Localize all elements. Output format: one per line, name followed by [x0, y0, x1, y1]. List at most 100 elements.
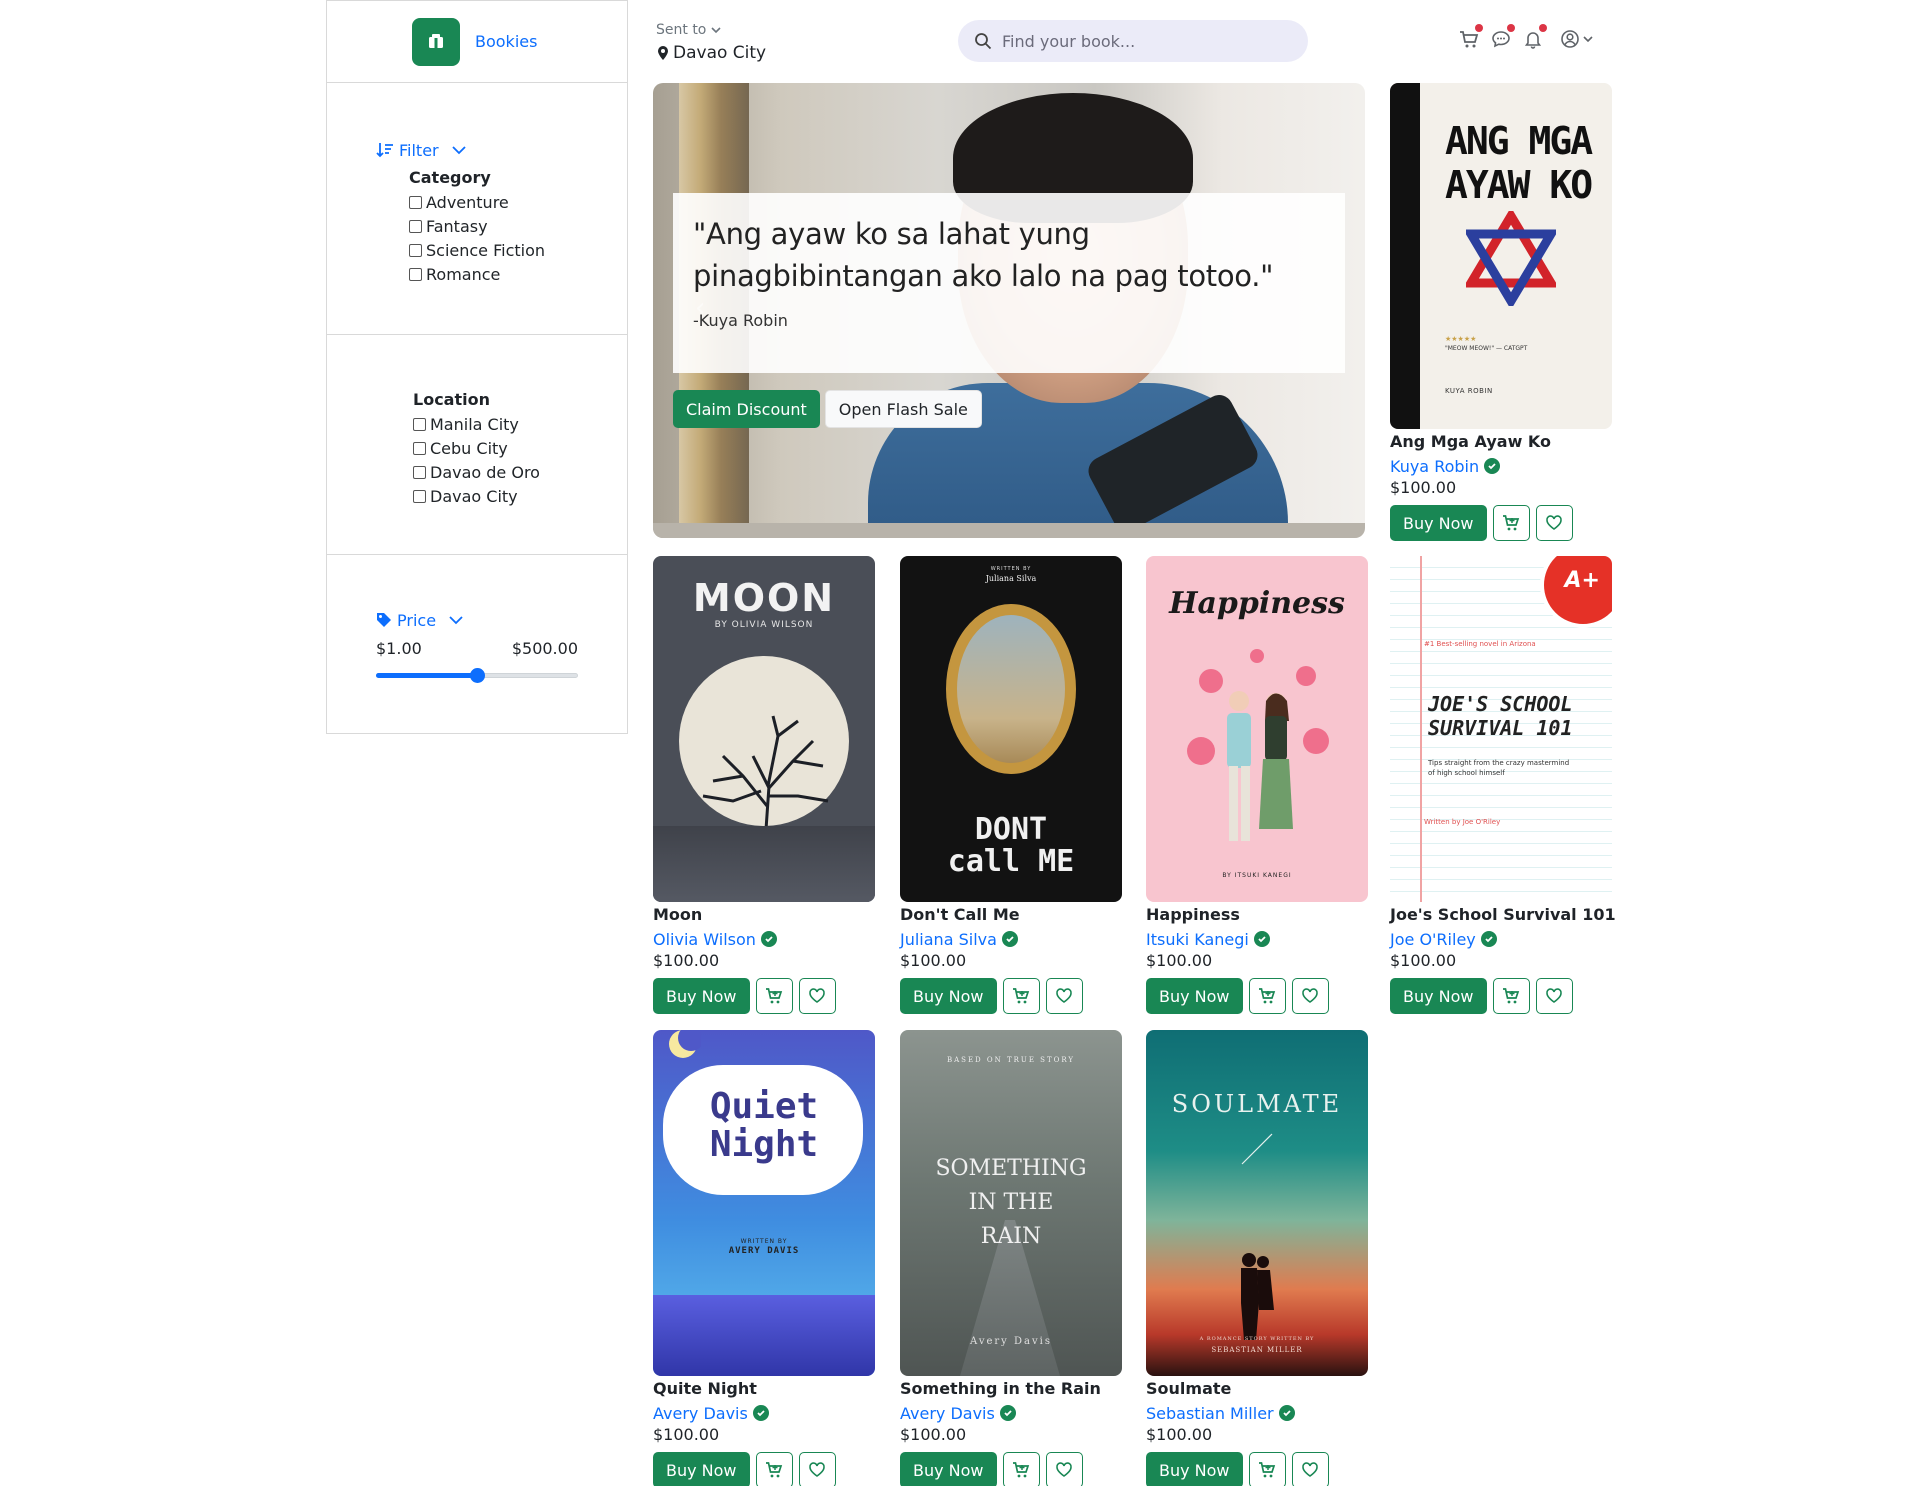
wishlist-button[interactable] — [798, 1452, 836, 1486]
book-author[interactable]: Avery Davis — [653, 1401, 875, 1425]
wishlist-button[interactable] — [798, 978, 836, 1014]
carousel-prev-icon[interactable]: ‹ — [695, 293, 705, 323]
book-author[interactable]: Avery Davis — [900, 1401, 1122, 1425]
chevron-down-icon — [449, 616, 463, 625]
buy-now-button[interactable]: Buy Now — [1390, 505, 1487, 541]
verified-check-icon — [1001, 931, 1018, 947]
category-filter-panel: Filter Category Adventure Fantasy Scienc… — [326, 83, 628, 335]
checkbox[interactable] — [409, 195, 422, 209]
heart-icon — [809, 1462, 825, 1477]
book-author[interactable]: Joe O'Riley — [1390, 927, 1612, 951]
book-author[interactable]: Olivia Wilson — [653, 927, 875, 951]
checkbox[interactable] — [413, 417, 426, 431]
cover-byline: BY OLIVIA WILSON — [714, 620, 814, 630]
wishlist-button[interactable] — [1291, 1452, 1329, 1486]
book-author[interactable]: Itsuki Kanegi — [1146, 927, 1368, 951]
add-to-cart-button[interactable] — [1248, 978, 1286, 1014]
wishlist-button[interactable] — [1045, 1452, 1083, 1486]
checkbox[interactable] — [413, 489, 426, 503]
brand-logo[interactable] — [412, 17, 460, 66]
book-title[interactable]: Soulmate — [1146, 1379, 1368, 1401]
book-title[interactable]: Something in the Rain — [900, 1379, 1122, 1401]
user-menu[interactable] — [1560, 29, 1594, 49]
book-title[interactable]: Ang Mga Ayaw Ko — [1390, 432, 1612, 454]
category-option-science-fiction[interactable]: Science Fiction — [409, 238, 627, 262]
chevron-down-icon — [1583, 36, 1593, 43]
heart-icon — [1302, 1462, 1318, 1477]
location-option-davao-city[interactable]: Davao City — [413, 484, 627, 508]
buy-now-button[interactable]: Buy Now — [1146, 1452, 1243, 1486]
messages-button[interactable] — [1490, 24, 1515, 50]
wishlist-button[interactable] — [1535, 505, 1573, 541]
buy-now-button[interactable]: Buy Now — [900, 978, 997, 1014]
buy-now-button[interactable]: Buy Now — [1390, 978, 1487, 1014]
book-cover[interactable]: ANG MGA AYAW KO ★★★★★ "MEOW MEOW!" — CAT… — [1390, 83, 1612, 429]
book-cover[interactable]: BASED ON TRUE STORY SOMETHING IN THE RAI… — [900, 1030, 1122, 1376]
add-to-cart-button[interactable] — [1248, 1452, 1286, 1486]
location-option-manila[interactable]: Manila City — [413, 412, 627, 436]
add-to-cart-button[interactable] — [755, 1452, 793, 1486]
brand-name[interactable]: Bookies — [475, 32, 537, 51]
price-toggle[interactable]: Price — [376, 609, 627, 631]
book-author[interactable]: Kuya Robin — [1390, 454, 1612, 478]
cover-mirror-frame — [946, 604, 1076, 774]
book-cover[interactable]: Happiness BY ITSUKI KANEGI — [1146, 556, 1368, 902]
book-title[interactable]: Quite Night — [653, 1379, 875, 1401]
book-price: $100.00 — [900, 951, 967, 970]
category-option-romance[interactable]: Romance — [409, 262, 627, 286]
book-cover[interactable]: A+ #1 Best-selling novel in Arizona JOE'… — [1390, 556, 1612, 902]
book-title[interactable]: Happiness — [1146, 905, 1368, 927]
wishlist-button[interactable] — [1535, 978, 1573, 1014]
category-list: Adventure Fantasy Science Fiction Romanc… — [409, 190, 627, 286]
sent-to-label: Sent to — [656, 22, 707, 38]
book-cover[interactable]: WRITTEN BY Juliana Silva DONT call ME — [900, 556, 1122, 902]
book-author[interactable]: Juliana Silva — [900, 927, 1122, 951]
checkbox[interactable] — [409, 243, 422, 257]
claim-discount-button[interactable]: Claim Discount — [673, 390, 820, 428]
add-to-cart-button[interactable] — [1492, 978, 1530, 1014]
cart-button[interactable] — [1458, 24, 1483, 50]
buy-now-button[interactable]: Buy Now — [900, 1452, 997, 1486]
book-cover[interactable]: SOULMATE A ROMANCE STORY WRITTEN BY SEBA… — [1146, 1030, 1368, 1376]
checkbox[interactable] — [413, 465, 426, 479]
book-title[interactable]: Moon — [653, 905, 875, 927]
cover-quote: "MEOW MEOW!" — CATGPT — [1445, 345, 1528, 352]
buy-now-button[interactable]: Buy Now — [1146, 978, 1243, 1014]
slider-thumb[interactable] — [470, 668, 485, 683]
search-input[interactable] — [1002, 31, 1282, 51]
add-to-cart-button[interactable] — [1002, 978, 1040, 1014]
shooting-star-icon — [1241, 1133, 1273, 1165]
map-pin-icon — [658, 46, 668, 60]
price-slider[interactable] — [376, 667, 578, 683]
open-flash-sale-button[interactable]: Open Flash Sale — [824, 390, 982, 428]
book-title[interactable]: Joe's School Survival 101 — [1390, 905, 1616, 927]
category-option-adventure[interactable]: Adventure — [409, 190, 627, 214]
add-to-cart-button[interactable] — [1492, 505, 1530, 541]
slider-fill — [376, 673, 477, 678]
checkbox[interactable] — [413, 441, 426, 455]
add-to-cart-button[interactable] — [755, 978, 793, 1014]
book-author[interactable]: Sebastian Miller — [1146, 1401, 1368, 1425]
book-actions: Buy Now — [1390, 505, 1612, 541]
wishlist-button[interactable] — [1291, 978, 1329, 1014]
delivery-location[interactable]: Sent to Davao City — [656, 20, 766, 63]
add-to-cart-button[interactable] — [1002, 1452, 1040, 1486]
notifications-button[interactable] — [1522, 24, 1547, 50]
buy-now-button[interactable]: Buy Now — [653, 1452, 750, 1486]
book-cover[interactable]: MOON BY OLIVIA WILSON — [653, 556, 875, 902]
location-option-davao-de-oro[interactable]: Davao de Oro — [413, 460, 627, 484]
location-option-cebu[interactable]: Cebu City — [413, 436, 627, 460]
buy-now-button[interactable]: Buy Now — [653, 978, 750, 1014]
wishlist-button[interactable] — [1045, 978, 1083, 1014]
filter-toggle[interactable]: Filter — [376, 139, 627, 161]
verified-check-icon — [999, 1405, 1016, 1421]
carousel-next-icon[interactable]: › — [1313, 293, 1323, 323]
chevron-down-icon — [451, 146, 466, 155]
category-option-fantasy[interactable]: Fantasy — [409, 214, 627, 238]
book-cover[interactable]: Quiet Night WRITTEN BY AVERY DAVIS — [653, 1030, 875, 1376]
book-title[interactable]: Don't Call Me — [900, 905, 1122, 927]
book-price: $100.00 — [1146, 951, 1213, 970]
checkbox[interactable] — [409, 219, 422, 233]
chat-icon — [1492, 31, 1510, 48]
checkbox[interactable] — [409, 267, 422, 281]
